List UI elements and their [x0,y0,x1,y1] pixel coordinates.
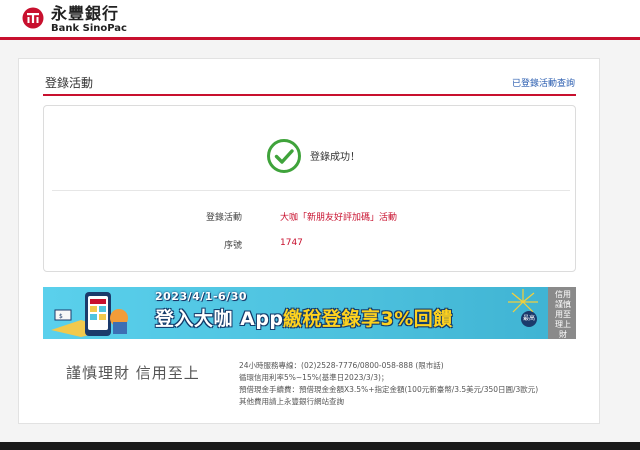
phone-illustration-icon: $ [51,292,128,337]
serial-label: 序號 [223,241,242,251]
serial-value: 1747 [280,238,303,248]
footer-line: 24小時服務專線：(02)2528-7776/0800-058-888 (限市話… [239,361,444,370]
banner-date-range: 2023/4/1-6/30 [155,290,248,303]
footer-line: 其他費用請上永豐銀行網站查詢 [239,397,344,406]
footer-line: 循環信用利率5%~15%(基準日2023/3/3)； [239,373,389,382]
check-circle-icon [267,139,301,173]
banner-headline-part1: 登入大咖 App [155,308,284,330]
success-message: 登錄成功！ [310,152,360,163]
bottom-bar [0,442,640,450]
banner-headline-part2: 繳稅登錄享3%回饋 [283,308,453,330]
svg-text:$: $ [59,313,63,320]
activity-label: 登錄活動 [205,213,242,223]
registered-activity-query-link[interactable]: 已登錄活動查詢 [512,76,575,89]
banner-side-tag: 信用 謹慎 用至 理上 財 [548,287,576,339]
main-card: 登錄活動 已登錄活動查詢 登錄成功！ 登錄活動 大咖「新朋友好評加碼」活動 序號… [18,58,600,424]
footer-info: 24小時服務專線：(02)2528-7776/0800-058-888 (限市話… [239,360,538,408]
title-divider [43,94,576,96]
banner-badge: 最高 [521,311,537,327]
sinopac-logo-icon [22,7,44,29]
result-panel: 登錄成功！ 登錄活動 大咖「新朋友好評加碼」活動 序號 1747 [43,105,576,272]
footer-slogan: 謹慎理財 信用至上 [66,364,200,382]
bank-name-cn: 永豐銀行 [51,4,120,23]
activity-value: 大咖「新朋友好評加碼」活動 [280,213,398,223]
top-header: 永豐銀行 Bank SinoPac [0,0,640,40]
promo-banner[interactable]: $ 2023/4/1-6/30 登入大咖 App 繳稅登錄享3%回饋 最高 信用… [43,287,576,339]
page-title: 登錄活動 [45,76,94,90]
result-divider [52,190,570,191]
bank-name-en: Bank SinoPac [51,23,127,34]
footer-line: 預借現金手續費：預借現金金額X3.5%+指定金額(100元新臺幣/3.5美元/3… [239,385,539,394]
